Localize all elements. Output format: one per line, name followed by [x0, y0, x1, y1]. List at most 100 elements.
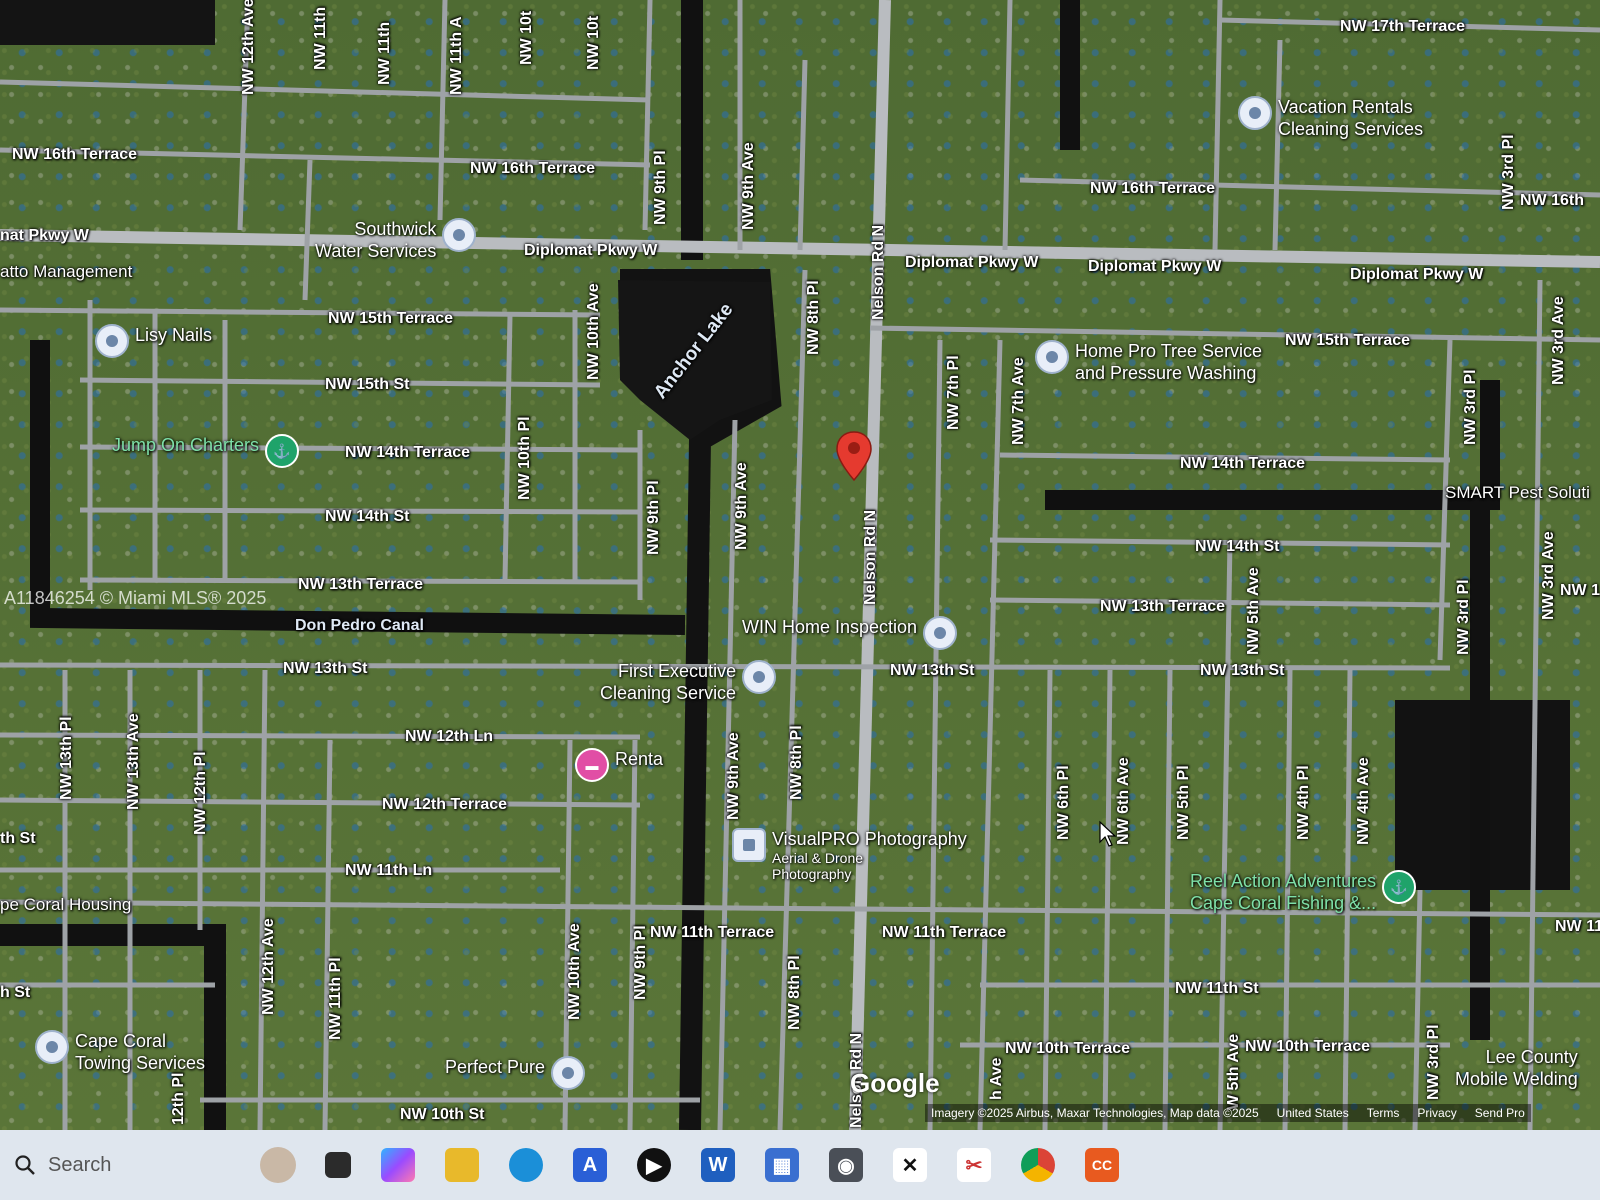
- street-label: NW 14th Terrace: [1180, 455, 1306, 472]
- street-label: NW 10t: [518, 10, 535, 65]
- street-label: W 5th Ave: [1225, 1033, 1242, 1110]
- street-label: NW 11th Pl: [327, 957, 344, 1040]
- street-label: NW 13th Pl: [58, 716, 75, 800]
- reel-action-poi[interactable]: ⚓ Reel Action Adventures Cape Coral Fishi…: [1190, 870, 1417, 914]
- street-label: NW 11th St: [1175, 980, 1259, 997]
- street-label: NW 12th Ave: [260, 918, 277, 1015]
- street-label: NW 12th Ave: [240, 0, 257, 95]
- camera-pin-icon: [732, 828, 766, 862]
- app-cc-icon[interactable]: CC: [1085, 1148, 1119, 1182]
- app-a-icon[interactable]: A: [573, 1148, 607, 1182]
- street-label: nat Pkwy W: [0, 227, 89, 244]
- imagery-credit: Imagery ©2025 Airbus, Maxar Technologies…: [931, 1106, 1259, 1120]
- street-label: NW 5th Ave: [1245, 567, 1262, 655]
- street-label: NW 9th Pl: [652, 150, 669, 225]
- snipping-tool-icon[interactable]: ✂: [957, 1148, 991, 1182]
- edge-icon[interactable]: [509, 1148, 543, 1182]
- street-label: NW 9th Ave: [725, 732, 742, 820]
- visualpro-poi[interactable]: VisualPRO Photography Aerial & Drone Photo…: [732, 828, 967, 882]
- street-label: NW 13th Ave: [125, 713, 142, 810]
- street-label: NW 14th St: [325, 508, 410, 525]
- location-marker-icon[interactable]: [834, 430, 874, 482]
- home-service-pin-icon: [923, 616, 958, 650]
- lisy-nails-poi[interactable]: Lisy Nails: [95, 324, 212, 358]
- street-label: NW 8th Pl: [786, 955, 803, 1030]
- street-label: NW 11th: [312, 6, 329, 70]
- home-pro-poi[interactable]: Home Pro Tree Service and Pressure Washin…: [1035, 340, 1262, 384]
- map-pin-icon: [1238, 96, 1272, 130]
- street-label: NW 3rd Pl: [1500, 134, 1517, 210]
- map-viewport[interactable]: Anchor Lake Don Pedro Canal NW 17th Terr…: [0, 0, 1600, 1130]
- street-label: NW 16th Terrace: [470, 160, 596, 177]
- street-label: NW 11: [1555, 918, 1600, 935]
- cape-coral-housing-poi[interactable]: pe Coral Housing: [0, 895, 131, 915]
- file-explorer-icon[interactable]: [445, 1148, 479, 1182]
- southwick-poi[interactable]: Southwick Water Services: [315, 218, 477, 262]
- renta-poi[interactable]: ▬ Renta: [575, 748, 663, 782]
- street-label: Diplomat Pkwy W: [1350, 266, 1484, 283]
- taskbar: Search A ▶ W ▦ ◉ ✕ ✂ CC: [0, 1130, 1600, 1200]
- cape-coral-towing-poi[interactable]: Cape Coral Towing Services: [35, 1030, 205, 1074]
- street-label: NW 9th Pl: [632, 925, 649, 1000]
- street-label: NW 14th Terrace: [345, 444, 471, 461]
- street-label: Nelson Rd N: [862, 509, 879, 605]
- street-label: NW 16th Terrace: [12, 146, 138, 163]
- street-label: NW 6th Pl: [1055, 765, 1072, 840]
- street-label: NW 15th Terrace: [1285, 332, 1411, 349]
- street-label: h Ave: [988, 1057, 1005, 1100]
- street-label: NW 11th A: [448, 16, 465, 95]
- taskbar-search[interactable]: Search: [0, 1140, 310, 1190]
- nw-pond: [0, 0, 215, 45]
- street-label: NW 9th Ave: [740, 142, 757, 230]
- street-label: 12th Pl: [170, 1072, 187, 1125]
- street-label: NW 5th Pl: [1175, 765, 1192, 840]
- camera-icon[interactable]: ◉: [829, 1148, 863, 1182]
- search-placeholder: Search: [48, 1153, 112, 1176]
- street-label: NW 15th Terrace: [328, 310, 454, 327]
- smart-pest-poi[interactable]: SMART Pest Soluti: [1445, 483, 1590, 503]
- capcut-icon[interactable]: ✕: [893, 1148, 927, 1182]
- bed-pin-icon: ▬: [575, 748, 609, 782]
- street-label: NW 16th: [1520, 192, 1584, 209]
- street-label: NW 8th Pl: [788, 725, 805, 800]
- street-label: NW 7th Ave: [1010, 357, 1027, 445]
- terms-link[interactable]: Terms: [1367, 1106, 1400, 1120]
- chrome-icon[interactable]: [1021, 1148, 1055, 1182]
- lee-county-poi[interactable]: Lee County Mobile Welding: [1455, 1046, 1578, 1090]
- atto-management-poi[interactable]: atto Management: [0, 262, 132, 282]
- first-executive-poi[interactable]: First Executive Cleaning Service: [600, 660, 777, 704]
- perfect-pure-poi[interactable]: Perfect Pure: [445, 1056, 586, 1090]
- street-label: NW 10th St: [400, 1106, 485, 1123]
- map-pin-icon: [551, 1056, 586, 1090]
- street-label: NW 7th Pl: [945, 355, 962, 430]
- win-home-poi[interactable]: WIN Home Inspection: [742, 616, 958, 650]
- send-feedback-link[interactable]: Send Pro: [1475, 1106, 1525, 1120]
- street-label: NW 1: [1560, 582, 1600, 599]
- google-logo: Google: [850, 1068, 940, 1098]
- vacation-rentals-poi[interactable]: Vacation Rentals Cleaning Services: [1238, 96, 1423, 140]
- street-label: NW 10th Ave: [585, 283, 602, 380]
- calculator-icon[interactable]: ▦: [765, 1148, 799, 1182]
- street-label: NW 3rd Pl: [1462, 369, 1479, 445]
- street-label: NW 3rd Pl: [1425, 1024, 1442, 1100]
- street-label: Diplomat Pkwy W: [905, 254, 1039, 271]
- widgets-icon[interactable]: [325, 1152, 351, 1178]
- jump-on-charters-poi[interactable]: ⚓ Jump On Charters: [112, 434, 300, 468]
- map-pin-icon: [95, 324, 129, 358]
- word-icon[interactable]: W: [701, 1148, 735, 1182]
- street-label: NW 12th Ln: [405, 728, 493, 745]
- privacy-link[interactable]: Privacy: [1417, 1106, 1456, 1120]
- street-label: NW 10th Terrace: [1245, 1038, 1371, 1055]
- copilot-icon[interactable]: [381, 1148, 415, 1182]
- street-label: NW 13th St: [1200, 662, 1285, 679]
- mouse-cursor-icon: [1099, 820, 1117, 847]
- street-label: NW 11th: [376, 21, 393, 85]
- map-attribution: Imagery ©2025 Airbus, Maxar Technologies…: [925, 1104, 1531, 1122]
- street-label: NW 3rd Pl: [1455, 579, 1472, 655]
- street-label: Diplomat Pkwy W: [1088, 258, 1222, 275]
- street-label: NW 10th Ave: [566, 923, 583, 1020]
- map-pin-icon: [1035, 340, 1069, 374]
- map-pin-icon: [742, 660, 777, 694]
- street-label: NW 3rd Ave: [1540, 531, 1557, 620]
- media-player-icon[interactable]: ▶: [637, 1148, 671, 1182]
